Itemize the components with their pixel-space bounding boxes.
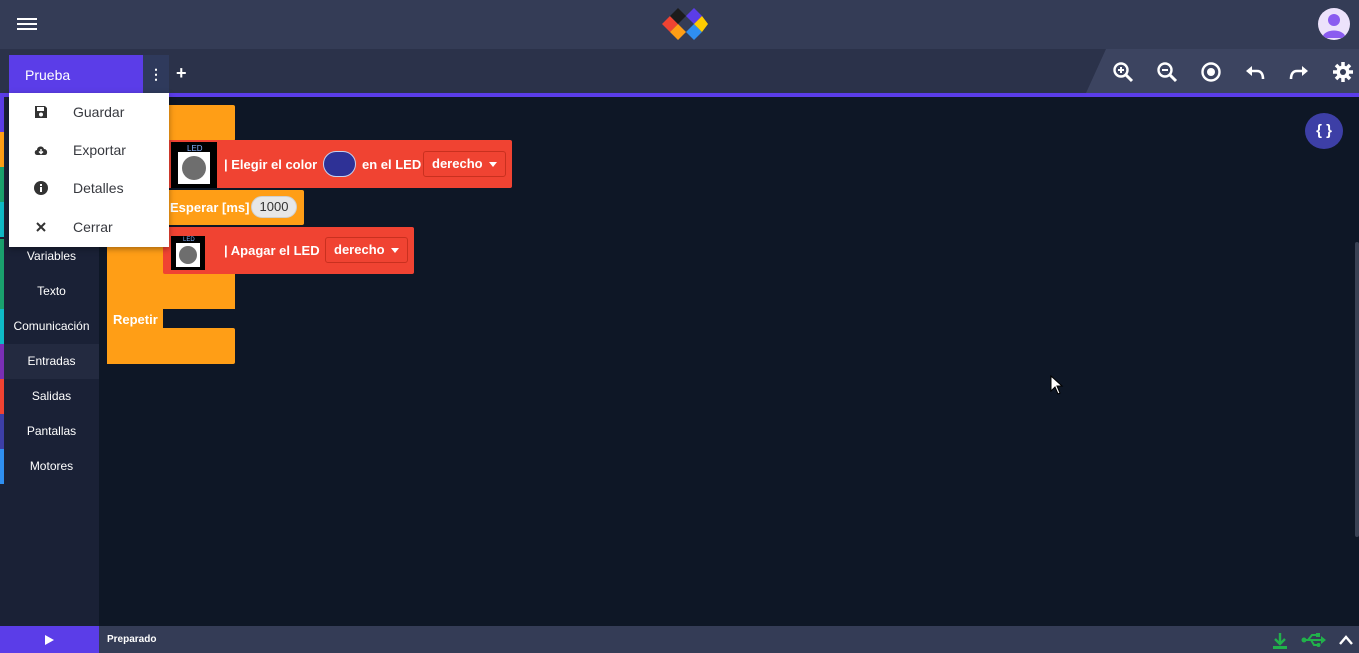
tab-context-menu: Guardar Exportar Detalles Cerrar	[9, 93, 169, 247]
cloud-download-icon	[34, 146, 48, 155]
menu-item-exportar[interactable]: Exportar	[9, 131, 169, 169]
run-button[interactable]	[0, 626, 99, 653]
led-icon: LED	[171, 142, 217, 188]
download-icon[interactable]	[1271, 632, 1289, 650]
dropdown-value: derecho	[432, 156, 483, 171]
sidebar-item-motores[interactable]: Motores	[0, 449, 99, 484]
menu-item-label: Exportar	[73, 142, 126, 158]
led-icon: LED	[171, 236, 205, 270]
code-view-button[interactable]: { }	[1305, 113, 1343, 149]
caret-down-icon	[488, 162, 497, 168]
menu-item-label: Cerrar	[73, 219, 113, 235]
menu-item-label: Detalles	[73, 180, 124, 196]
menu-item-label: Guardar	[73, 104, 125, 120]
set-color-label: | Elegir el color	[224, 157, 318, 172]
caret-down-icon	[390, 248, 399, 254]
kebab-menu-icon[interactable]: ⋮	[143, 55, 169, 93]
info-icon	[34, 181, 48, 195]
hamburger-icon[interactable]	[17, 15, 37, 33]
user-avatar-icon[interactable]	[1318, 8, 1350, 40]
tab-label: Prueba	[25, 67, 71, 83]
undo-icon[interactable]	[1243, 60, 1267, 84]
center-icon[interactable]	[1199, 60, 1223, 84]
vertical-scrollbar[interactable]	[1355, 242, 1359, 537]
repeat-label: Repetir	[113, 312, 158, 327]
sidebar-item-texto[interactable]: Texto	[0, 274, 99, 309]
repeat-condition-slot[interactable]	[163, 309, 235, 328]
zoom-in-icon[interactable]	[1111, 60, 1135, 84]
zoom-out-icon[interactable]	[1155, 60, 1179, 84]
top-header	[0, 0, 1359, 49]
sidebar-item-comunicacion[interactable]: Comunicación	[0, 309, 99, 344]
menu-item-cerrar[interactable]: Cerrar	[9, 208, 169, 246]
led-off-side-dropdown[interactable]: derecho	[325, 237, 408, 263]
chevron-up-icon[interactable]	[1339, 634, 1353, 646]
led-off-label: | Apagar el LED	[224, 243, 320, 258]
category-label: Variables	[26, 249, 77, 263]
category-label: Entradas	[27, 354, 76, 368]
sidebar-item-salidas[interactable]: Salidas	[0, 379, 99, 414]
category-label: Salidas	[31, 389, 72, 403]
led-side-dropdown[interactable]: derecho	[423, 151, 506, 177]
category-label: Texto	[37, 284, 66, 298]
redo-icon[interactable]	[1287, 60, 1311, 84]
loop-block-middle[interactable]	[107, 272, 235, 309]
bitbloq-logo-icon	[662, 8, 708, 40]
dropdown-value: derecho	[334, 242, 385, 257]
mouse-cursor-icon	[1050, 375, 1064, 395]
close-icon	[36, 222, 46, 232]
sidebar-item-entradas[interactable]: Entradas	[0, 344, 99, 379]
in-led-label: en el LED	[362, 157, 422, 172]
save-icon	[35, 106, 47, 118]
status-bar: Preparado	[0, 626, 1359, 653]
tab-prueba[interactable]: Prueba ⋮	[9, 55, 169, 93]
menu-item-guardar[interactable]: Guardar	[9, 93, 169, 131]
play-icon	[45, 635, 54, 645]
usb-icon[interactable]	[1301, 632, 1327, 648]
plus-icon[interactable]: +	[176, 64, 187, 82]
settings-icon[interactable]	[1331, 60, 1355, 84]
loop-block-bottom[interactable]	[107, 328, 235, 364]
wait-label: Esperar [ms]	[170, 200, 250, 215]
category-label: Pantallas	[26, 424, 77, 438]
category-label: Comunicación	[13, 319, 90, 333]
menu-item-detalles[interactable]: Detalles	[9, 169, 169, 207]
wait-ms-input[interactable]: 1000	[251, 196, 297, 218]
category-label: Motores	[29, 459, 74, 473]
sidebar-item-pantallas[interactable]: Pantallas	[0, 414, 99, 449]
led-color-picker[interactable]	[323, 151, 356, 177]
status-text: Preparado	[107, 634, 157, 645]
